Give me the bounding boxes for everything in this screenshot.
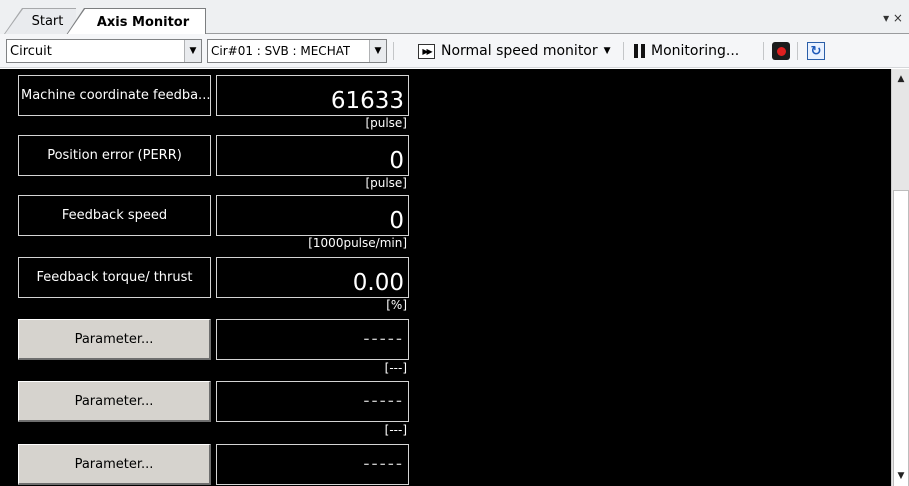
scroll-down-icon[interactable]: ▼ bbox=[893, 468, 909, 484]
monitor-value: 0 bbox=[216, 135, 409, 176]
tab-start-label: Start bbox=[31, 14, 64, 29]
document-tab-strip: Start Axis Monitor ▾ × bbox=[0, 0, 909, 35]
monitor-unit: [---] bbox=[384, 423, 407, 437]
toolbar-separator bbox=[623, 42, 624, 60]
monitor-type-dropdown[interactable]: Circuit ▼ bbox=[6, 39, 202, 63]
monitor-unit: [---] bbox=[384, 361, 407, 375]
axis-select-dropdown[interactable]: Cir#01 : SVB : MECHAT ▼ bbox=[207, 39, 387, 63]
scroll-up-icon[interactable]: ▲ bbox=[893, 71, 909, 87]
parameter-select-button[interactable]: Parameter... bbox=[18, 319, 211, 360]
monitor-toolbar: Circuit ▼ Cir#01 : SVB : MECHAT ▼ ▶▶ Nor… bbox=[0, 34, 909, 68]
monitoring-button[interactable]: Monitoring... bbox=[634, 39, 739, 63]
monitor-item-label[interactable]: Feedback torque/ thrust bbox=[18, 257, 211, 298]
monitor-item-label[interactable]: Feedback speed bbox=[18, 195, 211, 236]
toolbar-separator bbox=[763, 42, 764, 60]
monitor-unit: [%] bbox=[386, 298, 407, 312]
chevron-down-icon[interactable]: ▼ bbox=[369, 40, 386, 62]
parameter-select-button[interactable]: Parameter... bbox=[18, 381, 211, 422]
fast-forward-icon: ▶▶ bbox=[418, 43, 435, 59]
monitor-type-value: Circuit bbox=[10, 43, 52, 59]
speed-mode-button[interactable]: ▶▶ Normal speed monitor ▼ bbox=[418, 39, 611, 63]
parameter-select-button[interactable]: Parameter... bbox=[18, 444, 211, 485]
record-button[interactable] bbox=[772, 39, 790, 63]
toolbar-separator bbox=[393, 42, 394, 60]
monitor-item-label[interactable]: Machine coordinate feedba... bbox=[18, 75, 211, 116]
monitor-value: ----- bbox=[216, 444, 409, 485]
scrollbar-thumb[interactable] bbox=[893, 190, 909, 486]
monitor-unit: [1000pulse/min] bbox=[308, 236, 407, 250]
monitor-unit: [pulse] bbox=[365, 176, 407, 190]
monitor-value: 0 bbox=[216, 195, 409, 236]
tab-start[interactable]: Start bbox=[4, 8, 76, 34]
refresh-icon: ↻ bbox=[807, 42, 825, 60]
refresh-button[interactable]: ↻ bbox=[807, 39, 825, 63]
axis-monitor-panel: Machine coordinate feedba... 61633 [puls… bbox=[0, 69, 891, 486]
toolbar-separator bbox=[797, 42, 798, 60]
record-icon bbox=[772, 42, 790, 60]
chevron-down-icon[interactable]: ▼ bbox=[184, 40, 201, 62]
monitor-unit: [pulse] bbox=[365, 116, 407, 130]
monitor-value: 0.00 bbox=[216, 257, 409, 298]
monitoring-label: Monitoring... bbox=[651, 43, 740, 59]
pause-icon bbox=[634, 44, 645, 58]
chevron-down-icon: ▼ bbox=[603, 46, 611, 56]
vertical-scrollbar[interactable]: ▲ ▼ bbox=[891, 69, 909, 486]
tab-axis-monitor-label: Axis Monitor bbox=[96, 14, 190, 30]
speed-mode-label: Normal speed monitor bbox=[441, 43, 598, 59]
window-options-icon[interactable]: ▾ × bbox=[883, 11, 903, 25]
monitor-value: ----- bbox=[216, 381, 409, 422]
tab-axis-monitor[interactable]: Axis Monitor bbox=[66, 8, 206, 35]
axis-select-value: Cir#01 : SVB : MECHAT bbox=[211, 44, 351, 58]
monitor-value: ----- bbox=[216, 319, 409, 360]
monitor-value: 61633 bbox=[216, 75, 409, 116]
monitor-item-label[interactable]: Position error (PERR) bbox=[18, 135, 211, 176]
